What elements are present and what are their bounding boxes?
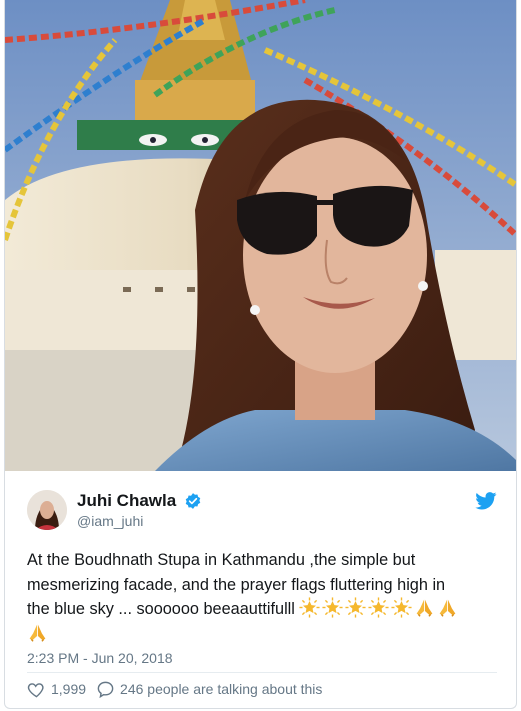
glowing-star-emoji: [345, 597, 367, 618]
tweet-text: At the Boudhnath Stupa in Kathmandu ,the…: [27, 548, 497, 646]
like-count[interactable]: 1,999: [51, 681, 86, 697]
tweet-text-line: At the Boudhnath Stupa in Kathmandu ,the…: [27, 551, 416, 569]
emoji-row-overflow: [27, 622, 497, 647]
verified-badge-icon: [185, 493, 201, 509]
folded-hands-emoji: [417, 599, 433, 617]
glowing-star-emoji: [391, 597, 413, 618]
emoji-row: [299, 597, 460, 618]
glowing-star-emoji: [299, 597, 321, 618]
tweet-photo[interactable]: [5, 0, 516, 471]
speech-bubble-icon[interactable]: [96, 680, 115, 699]
tweet-text-line-with-emoji: the blue sky ... soooooo beeaauttifulll: [27, 597, 497, 622]
tweet-timestamp[interactable]: 2:23 PM - Jun 20, 2018: [27, 650, 173, 666]
tweet-header: Juhi Chawla @iam_juhi: [27, 488, 497, 532]
tweet-text-line: the blue sky ... soooooo beeaauttifulll: [27, 600, 295, 618]
author-name[interactable]: Juhi Chawla: [77, 491, 176, 511]
heart-icon[interactable]: [27, 680, 46, 699]
twitter-bird-icon[interactable]: [475, 492, 497, 510]
tweet-actions: 1,999 246 people are talking about this: [27, 679, 322, 699]
folded-hands-emoji: [29, 624, 46, 642]
glowing-star-emoji: [322, 597, 344, 618]
glowing-star-emoji: [368, 597, 390, 618]
author-handle[interactable]: @iam_juhi: [77, 513, 143, 529]
avatar[interactable]: [27, 490, 67, 530]
divider: [27, 672, 497, 673]
reply-summary[interactable]: 246 people are talking about this: [120, 681, 322, 697]
tweet-text-line: mesmerizing facade, and the prayer flags…: [27, 575, 446, 594]
folded-hands-emoji: [440, 599, 456, 617]
tweet-card: Juhi Chawla @iam_juhi At the Boudhnath S…: [4, 0, 517, 709]
